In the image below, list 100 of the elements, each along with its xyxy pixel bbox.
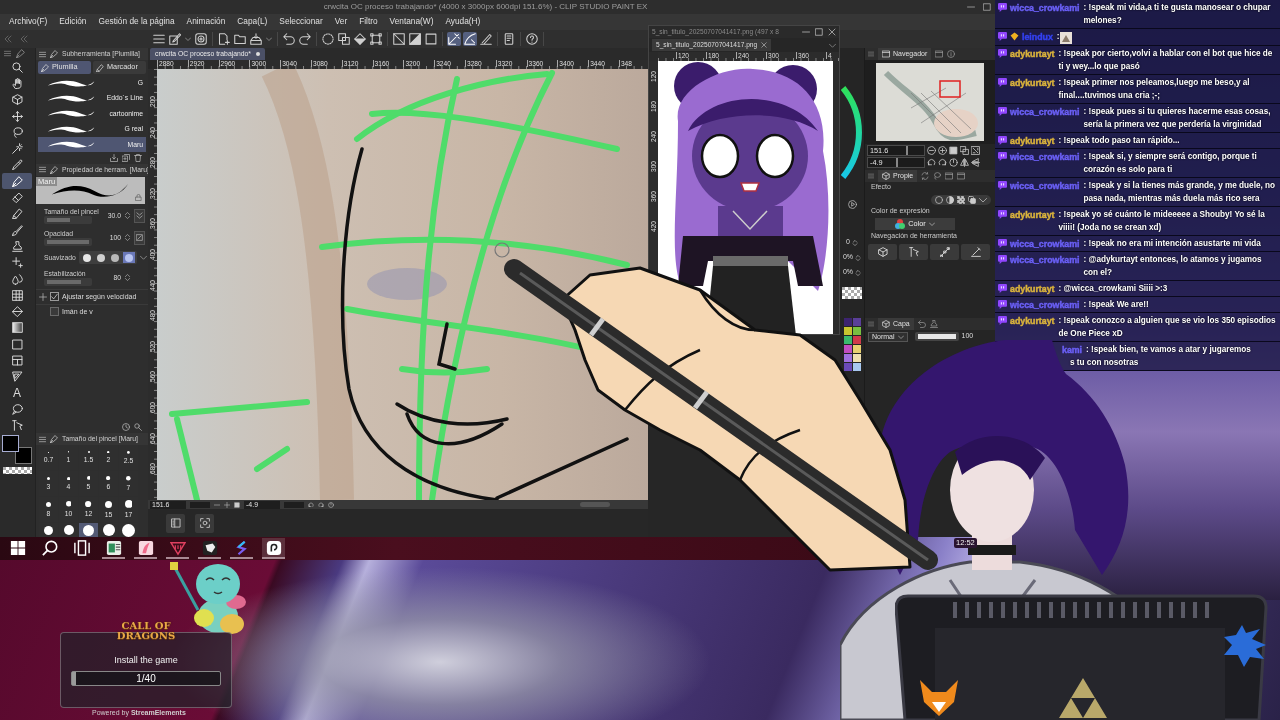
chat-username[interactable]: wicca_crowkami: [1010, 152, 1080, 162]
chat-username[interactable]: adykurtayt: [1010, 210, 1055, 220]
color-swatch[interactable]: [843, 336, 852, 344]
color-swatch[interactable]: [852, 327, 861, 335]
app-button[interactable]: [262, 538, 285, 559]
duplicate-icon[interactable]: [122, 153, 130, 162]
toolbar-button[interactable]: [321, 32, 335, 46]
chat-username[interactable]: wicca_crowkami: [1010, 181, 1080, 191]
window-icon[interactable]: [935, 50, 944, 58]
caret-down-icon[interactable]: [139, 254, 147, 262]
toolbar-button[interactable]: [424, 32, 438, 46]
reset-clock-icon[interactable]: [122, 423, 130, 431]
spinner-arrows-icon[interactable]: [855, 269, 862, 276]
color-swatch[interactable]: [852, 318, 861, 326]
menu-item[interactable]: Ayuda(H): [445, 17, 481, 27]
menu-item[interactable]: Ventana(W): [389, 17, 434, 27]
smoothing-option[interactable]: [122, 252, 135, 264]
app-button[interactable]: [134, 538, 157, 559]
maximize-icon[interactable]: [815, 28, 823, 36]
toolbar-button[interactable]: [353, 32, 367, 46]
color-swatch[interactable]: [843, 318, 852, 326]
toolbar-button[interactable]: [168, 32, 182, 46]
toolbar-button[interactable]: [249, 32, 263, 46]
close-icon[interactable]: [828, 28, 836, 36]
chat-username[interactable]: wicca_crowkami: [1010, 107, 1080, 117]
swap-arrows-icon[interactable]: [921, 172, 930, 180]
smoothing-option[interactable]: [108, 252, 121, 264]
color-swatch[interactable]: [843, 363, 852, 371]
toolbar-button[interactable]: [217, 32, 231, 46]
tool-button[interactable]: [2, 173, 32, 190]
app-button[interactable]: [230, 538, 253, 559]
color-swatch[interactable]: [843, 345, 852, 353]
rotate-left-icon[interactable]: [927, 157, 936, 167]
menu-icon[interactable]: [39, 50, 46, 58]
color-swatch[interactable]: [852, 336, 861, 344]
tool-navigation-button[interactable]: [930, 244, 959, 260]
undo-icon[interactable]: [917, 320, 926, 328]
checkbox[interactable]: [50, 307, 59, 317]
toolbar-button[interactable]: [479, 32, 493, 46]
flip-vertical-icon[interactable]: [971, 157, 980, 167]
setting-toggle-button[interactable]: [134, 208, 145, 223]
toolbar-button[interactable]: [298, 32, 312, 46]
brush-size-option[interactable]: [79, 523, 98, 537]
layer-stack-icon[interactable]: [968, 195, 976, 204]
menu-item[interactable]: Ver: [334, 17, 348, 27]
color-swatch[interactable]: [852, 345, 861, 353]
toolbar-button[interactable]: [337, 32, 351, 46]
chat-username[interactable]: adykurtayt: [1010, 136, 1055, 146]
fit-window-icon[interactable]: [971, 145, 980, 155]
chat-username[interactable]: adykurtayt: [1010, 316, 1055, 326]
zoom-out-icon[interactable]: [927, 145, 936, 155]
window-icon[interactable]: [957, 172, 966, 180]
menu-icon[interactable]: [39, 166, 46, 174]
panel-button[interactable]: [195, 513, 214, 533]
tool-navigation-button[interactable]: [868, 244, 897, 260]
sub-color-swatch[interactable]: [15, 446, 32, 464]
chat-username[interactable]: adykurtayt: [1010, 49, 1055, 59]
transparent-color-swatch[interactable]: [3, 466, 32, 474]
checker-icon[interactable]: [957, 195, 965, 204]
text-tool[interactable]: A: [2, 384, 32, 402]
main-color-swatch[interactable]: [2, 434, 19, 452]
color-swatch[interactable]: [852, 363, 861, 371]
filled-square-icon[interactable]: [949, 145, 958, 155]
app-button[interactable]: [198, 538, 221, 559]
caret-down-icon[interactable]: [829, 41, 836, 49]
menu-item[interactable]: Filtro: [359, 17, 378, 27]
menu-item[interactable]: Edición: [59, 17, 87, 27]
tool-navigation-button[interactable]: [961, 244, 990, 260]
menu-icon[interactable]: [39, 435, 46, 443]
toolbar-button[interactable]: [233, 32, 247, 46]
magnifier-icon[interactable]: [134, 423, 142, 431]
menu-item[interactable]: Archivo(F): [9, 17, 48, 27]
chat-username[interactable]: wicca_crowkami: [1010, 3, 1080, 13]
lasso-icon[interactable]: [933, 172, 942, 180]
info-icon[interactable]: [947, 50, 956, 58]
toolbar-button[interactable]: [369, 32, 383, 46]
overlapping-squares-icon[interactable]: [960, 145, 969, 155]
plus-icon[interactable]: [224, 501, 230, 508]
menu-item[interactable]: Capa(L): [237, 17, 268, 27]
color-swatch[interactable]: [843, 354, 852, 362]
menu-icon[interactable]: [4, 50, 11, 57]
trash-icon[interactable]: [134, 153, 142, 162]
window-icon[interactable]: [945, 172, 954, 180]
toolbar-button[interactable]: [194, 32, 208, 46]
rotate-left-icon[interactable]: [308, 501, 314, 508]
rotate-right-icon[interactable]: [938, 157, 947, 167]
color-swatch[interactable]: [852, 354, 861, 362]
half-circle-icon[interactable]: [946, 195, 954, 204]
maximize-icon[interactable]: [983, 3, 991, 11]
chat-username[interactable]: adykurtayt: [1010, 284, 1055, 294]
zoom-in-icon[interactable]: [938, 145, 947, 155]
reset-rotation-icon[interactable]: [949, 157, 958, 167]
slider-thumb[interactable]: [905, 145, 908, 155]
smoothing-option[interactable]: [80, 252, 93, 264]
toolbar-button[interactable]: [525, 32, 539, 46]
rotate-right-icon[interactable]: [318, 501, 324, 508]
reset-rotation-icon[interactable]: [328, 501, 334, 508]
spinner-arrows-icon[interactable]: [124, 274, 131, 282]
chat-username[interactable]: adykurtayt: [1010, 78, 1055, 88]
slider-track[interactable]: [44, 216, 92, 225]
